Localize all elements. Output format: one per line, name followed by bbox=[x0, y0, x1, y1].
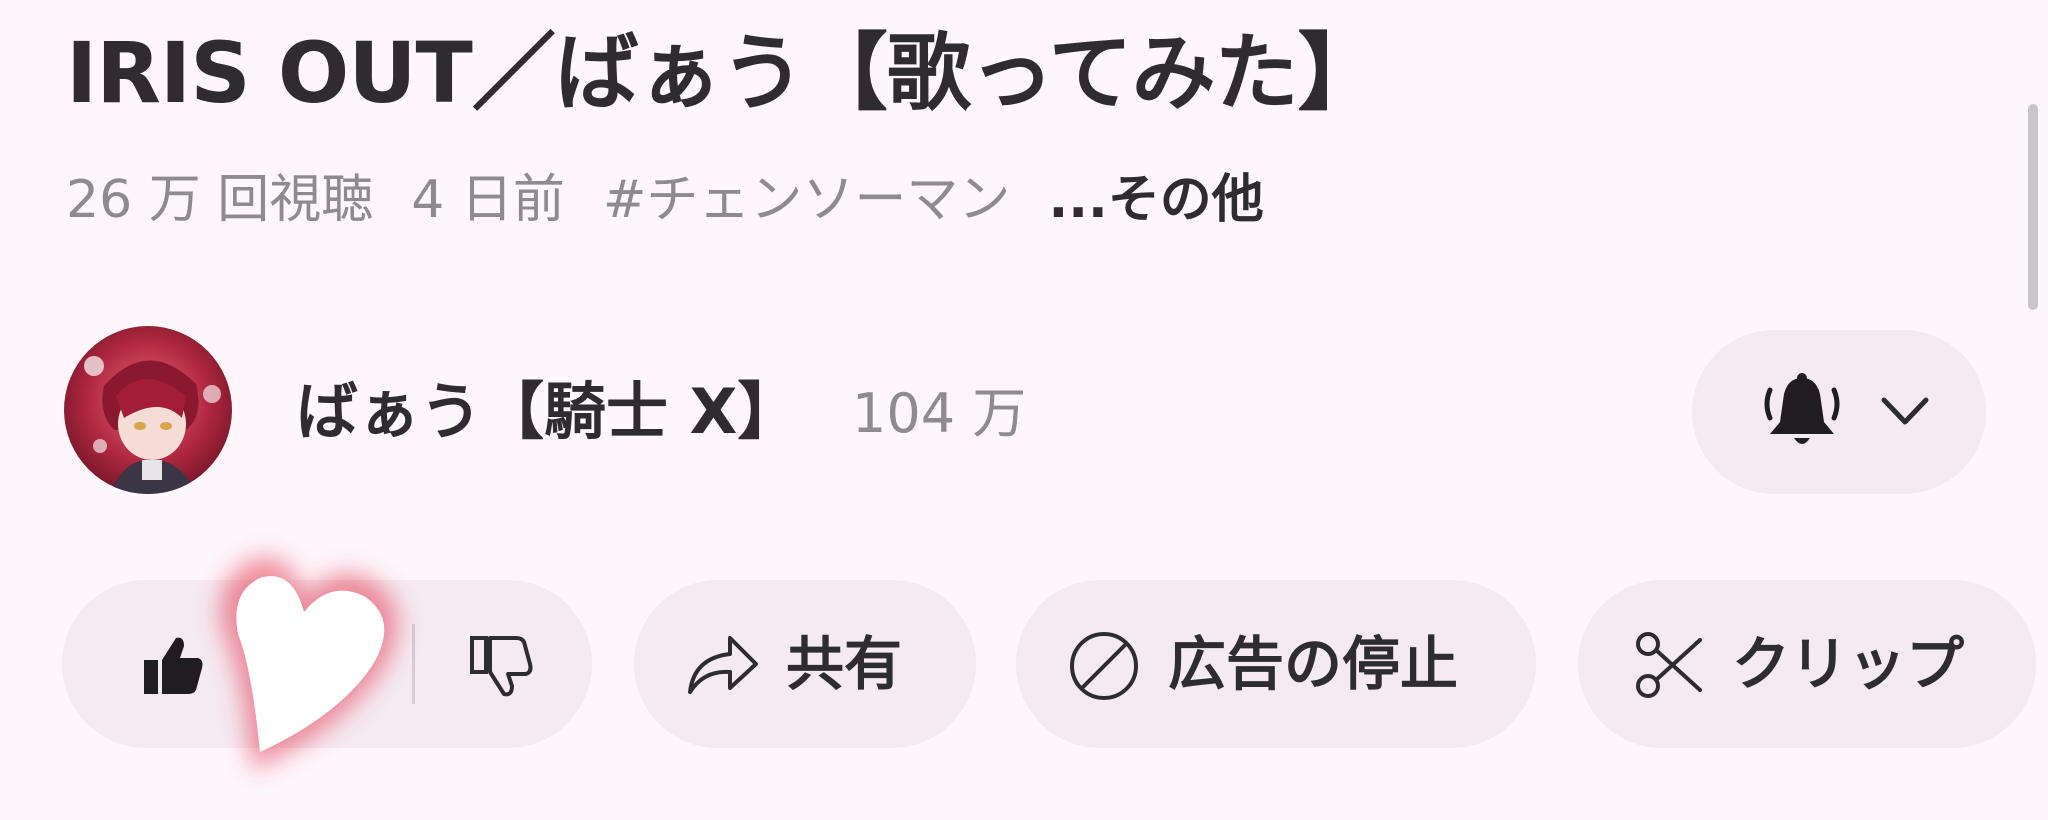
stop-ads-label: 広告の停止 bbox=[1168, 630, 1459, 698]
scissors-icon bbox=[1636, 632, 1702, 698]
block-icon bbox=[1070, 632, 1138, 700]
thumbs-up-icon bbox=[144, 637, 203, 694]
share-label: 共有 bbox=[786, 630, 903, 698]
clip-label: クリップ bbox=[1732, 630, 1965, 698]
like-count: 1万 bbox=[268, 630, 367, 698]
scrollbar[interactable] bbox=[2028, 104, 2038, 310]
channel-name[interactable]: ばぁう【騎士 X】 bbox=[296, 370, 799, 454]
subscriber-count: 104 万 bbox=[852, 382, 1027, 445]
subscribed-notifications-button[interactable] bbox=[1692, 330, 1986, 494]
video-metadata[interactable]: 26 万 回視聴 4 日前 #チェンソーマン ...その他 bbox=[66, 164, 1264, 236]
video-title: IRIS OUT／ばぁう【歌ってみた】 bbox=[66, 24, 1382, 122]
chevron-down-icon bbox=[1881, 397, 1929, 425]
upload-age: 4 日前 bbox=[411, 170, 565, 230]
clip-button[interactable]: クリップ bbox=[1578, 580, 2036, 748]
share-icon bbox=[688, 636, 758, 694]
hashtag-link[interactable]: #チェンソーマン bbox=[603, 170, 1011, 230]
like-dislike-group: 1万 bbox=[62, 580, 592, 748]
stop-ads-button[interactable]: 広告の停止 bbox=[1016, 580, 1536, 748]
like-button[interactable]: 1万 bbox=[62, 580, 412, 748]
more-button[interactable]: ...その他 bbox=[1048, 170, 1263, 230]
avatar-image bbox=[64, 326, 232, 494]
share-button[interactable]: 共有 bbox=[634, 580, 976, 748]
dislike-button[interactable] bbox=[414, 580, 592, 748]
bell-icon bbox=[1764, 373, 1840, 444]
view-count: 26 万 回視聴 bbox=[66, 170, 374, 230]
thumbs-down-icon bbox=[470, 636, 533, 697]
channel-avatar[interactable] bbox=[64, 326, 232, 494]
